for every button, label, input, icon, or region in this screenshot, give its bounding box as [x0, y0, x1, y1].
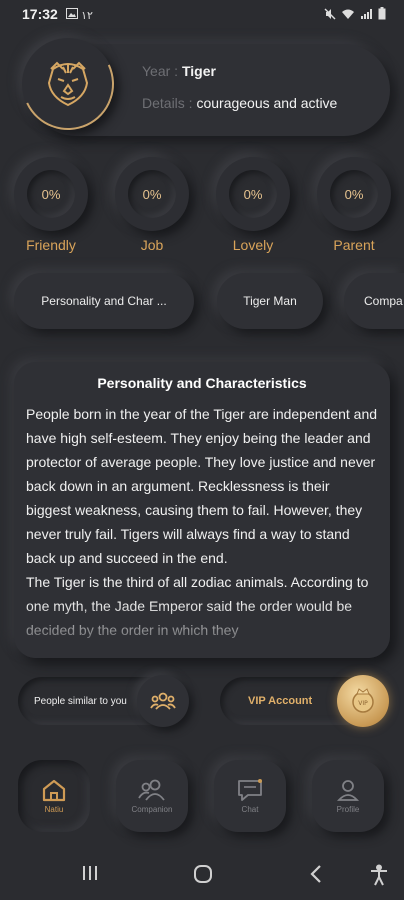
- details-label: Details :: [142, 95, 193, 111]
- people-icon: [138, 779, 165, 801]
- home-system-icon[interactable]: [193, 864, 213, 884]
- content-fade: [14, 602, 390, 658]
- status-right-icons: [324, 7, 386, 20]
- person-icon: [336, 780, 360, 801]
- metric-dial: 0%: [115, 157, 189, 231]
- svg-text:VIP: VIP: [358, 700, 368, 707]
- vip-crown-badge-icon: VIP: [352, 688, 374, 713]
- metric-label: Parent: [333, 237, 375, 253]
- status-time: 17:32: [22, 6, 58, 22]
- battery-icon: [378, 7, 386, 20]
- nav-profile[interactable]: Profile: [312, 760, 384, 832]
- metric-dial: 0%: [317, 157, 391, 231]
- year-label: Year :: [142, 63, 179, 79]
- gallery-notification-icon: [66, 8, 78, 19]
- mute-icon: [324, 8, 336, 19]
- metric-dial: 0%: [216, 157, 290, 231]
- metric-job[interactable]: 0% Job: [114, 157, 190, 253]
- year-row: Year : Tiger: [142, 63, 216, 79]
- content-card[interactable]: Personality and Characteristics People b…: [14, 362, 390, 658]
- nav-companion[interactable]: Companion: [116, 760, 188, 832]
- home-icon: [42, 779, 66, 802]
- accessibility-icon[interactable]: [368, 864, 390, 886]
- metric-value: 0%: [27, 170, 75, 218]
- metric-label: Friendly: [26, 237, 76, 253]
- metric-value: 0%: [128, 170, 176, 218]
- tab-personality[interactable]: Personality and Char ...: [14, 273, 194, 329]
- tab-compatibility[interactable]: Compa: [344, 273, 404, 329]
- year-value: Tiger: [181, 63, 216, 79]
- system-nav-bar: [0, 848, 404, 900]
- metric-parent[interactable]: 0% Parent: [316, 157, 392, 253]
- similar-people-button[interactable]: [137, 675, 189, 727]
- metric-dial: 0%: [14, 157, 88, 231]
- metric-label: Job: [140, 237, 164, 253]
- details-value: courageous and active: [196, 95, 338, 111]
- content-title: Personality and Characteristics: [97, 375, 307, 391]
- status-bar: 17:32 ۱۲: [0, 0, 404, 28]
- tiger-avatar: [9, 25, 127, 143]
- vip-account-label: VIP Account: [248, 695, 313, 707]
- metric-value: 0%: [229, 170, 277, 218]
- signal-icon: [361, 8, 372, 19]
- people-group-icon: [150, 692, 176, 710]
- back-icon[interactable]: [309, 864, 323, 884]
- metric-lovely[interactable]: 0% Lovely: [215, 157, 291, 253]
- details-row: Details : courageous and active: [142, 95, 370, 111]
- wifi-icon: [342, 9, 354, 19]
- similar-people-label: People similar to you: [34, 695, 127, 707]
- nav-home-label: Natiu: [44, 805, 64, 814]
- vip-badge-button[interactable]: VIP: [337, 675, 389, 727]
- metric-friendly[interactable]: 0% Friendly: [13, 157, 89, 253]
- tab-tiger-man[interactable]: Tiger Man: [217, 273, 323, 329]
- nav-profile-label: Profile: [336, 805, 360, 814]
- status-extra-text: ۱۲: [81, 10, 93, 22]
- nav-home[interactable]: Natiu: [18, 760, 90, 832]
- metric-value: 0%: [330, 170, 378, 218]
- nav-chat-label: Chat: [241, 805, 259, 814]
- metric-label: Lovely: [232, 237, 274, 253]
- status-left-icons: ۱۲: [66, 8, 93, 22]
- nav-companion-label: Companion: [131, 805, 173, 814]
- recent-apps-icon[interactable]: [80, 864, 100, 882]
- nav-chat[interactable]: Chat: [214, 760, 286, 832]
- chat-icon: [238, 779, 262, 801]
